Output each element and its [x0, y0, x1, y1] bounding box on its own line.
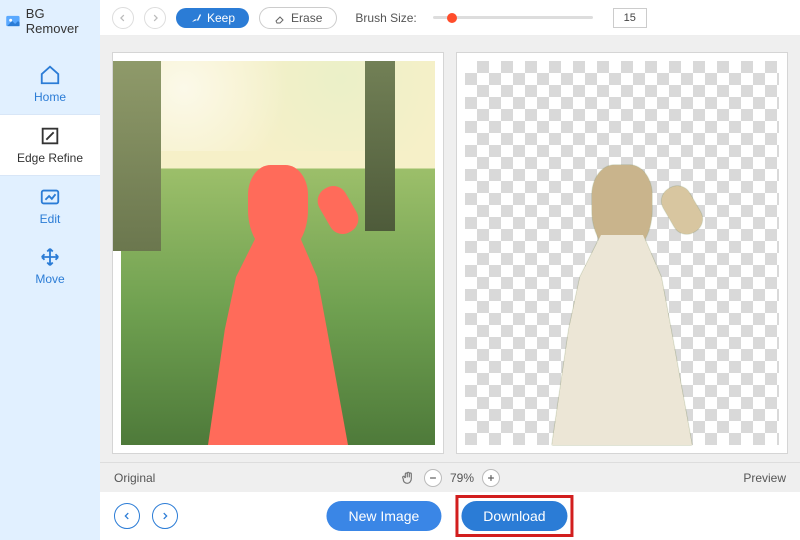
zoom-out-icon: [428, 473, 438, 483]
scene-tree: [365, 61, 395, 231]
sidebar: BG Remover Home Edge Refine Edit: [0, 0, 100, 540]
cutout-arm: [657, 181, 708, 239]
new-image-label: New Image: [348, 508, 419, 524]
status-bar: Original 79% Preview: [100, 462, 800, 492]
slider-track: [433, 16, 593, 19]
primary-actions: New Image Download: [326, 495, 573, 537]
brush-size-value[interactable]: 15: [613, 8, 647, 28]
redo-icon: [150, 13, 160, 23]
sidebar-item-edit[interactable]: Edit: [0, 176, 100, 236]
prev-image-button[interactable]: [114, 503, 140, 529]
download-highlight-box: Download: [455, 495, 573, 537]
app-logo: BG Remover: [0, 6, 100, 36]
sidebar-item-label: Edge Refine: [17, 151, 83, 165]
sidebar-item-label: Home: [34, 90, 66, 104]
erase-button[interactable]: Erase: [259, 7, 337, 29]
undo-button[interactable]: [112, 7, 134, 29]
toolbar: Keep Erase Brush Size: 15: [100, 0, 800, 36]
zoom-in-icon: [486, 473, 496, 483]
new-image-button[interactable]: New Image: [326, 501, 441, 531]
keep-label: Keep: [207, 11, 235, 25]
original-label: Original: [114, 471, 155, 485]
undo-icon: [118, 13, 128, 23]
erase-label: Erase: [291, 11, 322, 25]
action-bar: New Image Download: [100, 492, 800, 540]
home-icon: [39, 64, 61, 86]
cutout-subject: [537, 155, 707, 445]
brush-size-slider[interactable]: [433, 12, 593, 24]
sidebar-item-home[interactable]: Home: [0, 54, 100, 114]
sidebar-item-move[interactable]: Move: [0, 236, 100, 296]
zoom-in-button[interactable]: [482, 469, 500, 487]
brush-size-label: Brush Size:: [355, 11, 416, 25]
move-icon: [39, 246, 61, 268]
sidebar-item-label: Edit: [40, 212, 61, 226]
chevron-left-icon: [122, 511, 132, 521]
preview-label: Preview: [743, 471, 786, 485]
brush-icon: [190, 12, 202, 24]
sidebar-item-edge-refine[interactable]: Edge Refine: [0, 114, 100, 176]
sidebar-item-label: Move: [35, 272, 64, 286]
main-area: Keep Erase Brush Size: 15: [100, 0, 800, 540]
chevron-right-icon: [160, 511, 170, 521]
zoom-controls: 79%: [400, 469, 500, 487]
edge-refine-icon: [39, 125, 61, 147]
cutout-body: [552, 235, 692, 445]
canvas-area: [100, 36, 800, 462]
download-button[interactable]: Download: [461, 501, 567, 531]
zoom-level: 79%: [450, 471, 474, 485]
bg-remover-logo-icon: [4, 12, 22, 30]
mask-body: [208, 235, 348, 445]
masked-subject: [193, 155, 363, 445]
cutout-head: [592, 165, 652, 255]
app-title: BG Remover: [26, 6, 100, 36]
next-image-button[interactable]: [152, 503, 178, 529]
original-image: [121, 61, 435, 445]
download-label: Download: [483, 508, 545, 524]
keep-button[interactable]: Keep: [176, 8, 249, 28]
preview-panel[interactable]: [456, 52, 788, 454]
zoom-out-button[interactable]: [424, 469, 442, 487]
app-root: BG Remover Home Edge Refine Edit: [0, 0, 800, 540]
redo-button[interactable]: [144, 7, 166, 29]
slider-thumb[interactable]: [447, 13, 457, 23]
eraser-icon: [274, 12, 286, 24]
original-panel[interactable]: [112, 52, 444, 454]
pan-hand-icon[interactable]: [400, 470, 416, 486]
scene-tree: [112, 61, 161, 251]
edit-icon: [39, 186, 61, 208]
preview-image: [465, 61, 779, 445]
mask-arm: [313, 181, 364, 239]
